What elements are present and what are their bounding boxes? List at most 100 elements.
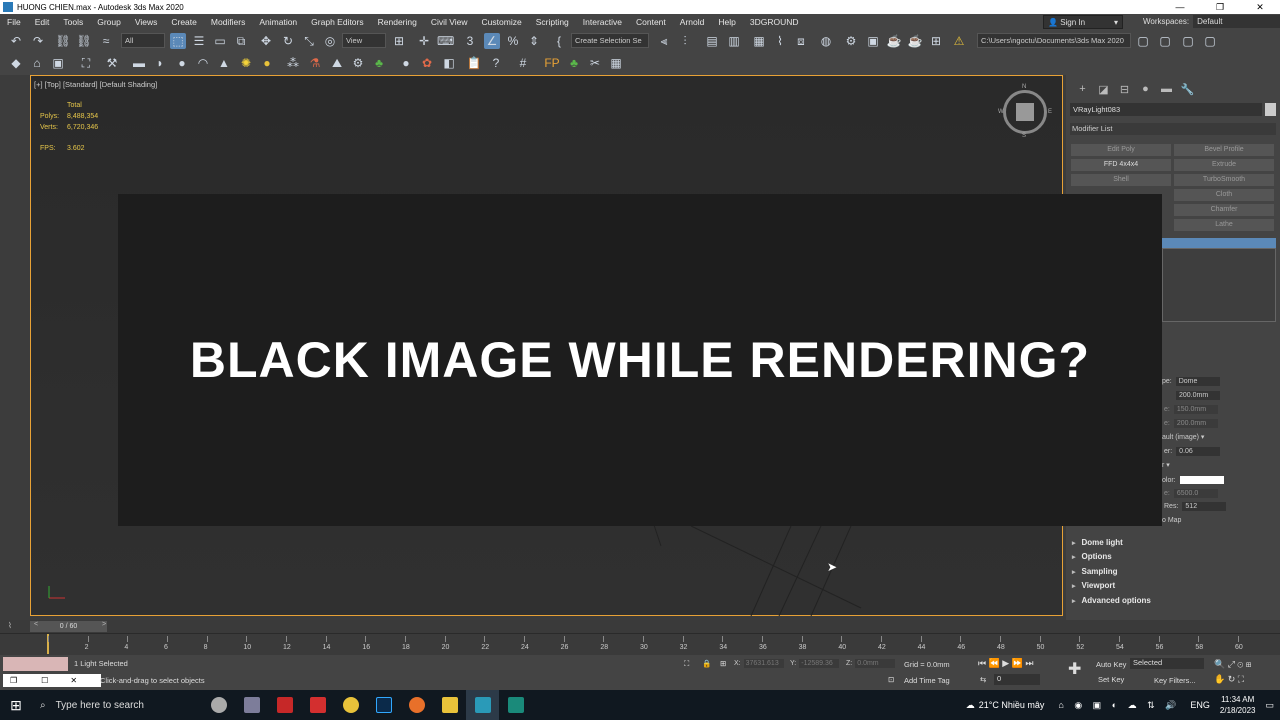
utilities-tab-icon[interactable]: 🔧 [1177, 83, 1198, 96]
viewport-nav-controls-2[interactable]: ✋ ↻ ⛶ [1214, 674, 1244, 685]
playback-controls[interactable]: ⏮ ⏪ ▶ ⏩ ⏭ [978, 658, 1034, 669]
param-type-select[interactable]: Dome [1175, 377, 1220, 386]
layer-explorer-icon[interactable]: ▥ [726, 33, 742, 49]
taskbar-app-firefox-icon[interactable] [400, 690, 433, 720]
unlink-icon[interactable]: ⛓ [76, 33, 92, 49]
vray-material-icon[interactable]: ⚗ [307, 55, 323, 71]
render-globe-icon[interactable]: ● [398, 55, 414, 71]
taskbar-app-explorer-icon[interactable] [433, 690, 466, 720]
param-color-swatch[interactable] [1179, 476, 1224, 484]
help-icon[interactable]: ? [488, 55, 504, 71]
vray-plane-icon[interactable]: ▬ [131, 55, 147, 71]
pivot-center-icon[interactable]: ⊞ [391, 33, 407, 49]
taskbar-app-flash-icon[interactable] [268, 690, 301, 720]
angle-snap-icon[interactable]: ∠ [484, 33, 500, 49]
material-editor-icon[interactable]: ◍ [818, 33, 834, 49]
minimize-button[interactable]: — [1160, 2, 1200, 13]
object-name-field[interactable]: VRayLight083 [1070, 103, 1262, 116]
move-icon[interactable]: ✥ [258, 33, 274, 49]
menu-civil-view[interactable]: Civil View [424, 17, 475, 27]
workspaces-select[interactable]: Default [1193, 15, 1280, 28]
modifier-edit-poly-button[interactable]: Edit Poly [1071, 144, 1171, 156]
weather-text[interactable]: 21°C Nhiều mây [979, 700, 1045, 710]
param-mode[interactable]: r ▾ [1162, 461, 1170, 470]
menu-animation[interactable]: Animation [252, 17, 304, 27]
vray-icon[interactable]: ◆ [8, 55, 24, 71]
viewport-label[interactable]: [+] [Top] [Standard] [Default Shading] [34, 80, 157, 89]
cloud-render-icon[interactable]: ◧ [441, 55, 457, 71]
clipboard-icon[interactable]: 📋 [466, 55, 482, 71]
add-time-tag[interactable]: Add Time Tag [904, 676, 950, 685]
set-key-button[interactable]: Set Key [1098, 675, 1124, 684]
rollout-sampling[interactable]: ▸ Sampling [1072, 565, 1272, 578]
redo-icon[interactable]: ↷ [30, 33, 46, 49]
notifications-icon[interactable]: ▭ [1265, 700, 1274, 711]
vray-frame-buffer-icon[interactable]: ▣ [50, 55, 66, 71]
menu-edit[interactable]: Edit [28, 17, 57, 27]
hierarchy-tab-icon[interactable]: ⊟ [1114, 83, 1135, 96]
object-color-swatch[interactable] [1265, 103, 1276, 116]
modifier-extrude-button[interactable]: Extrude [1174, 159, 1274, 171]
menu-group[interactable]: Group [90, 17, 128, 27]
undo-icon[interactable]: ↶ [8, 33, 24, 49]
sign-in-button[interactable]: 👤 Sign In ▾ [1043, 15, 1123, 29]
taskbar-app-3dsmax-icon[interactable] [466, 690, 499, 720]
param-map[interactable]: o Map [1162, 517, 1181, 524]
edit-named-selection-icon[interactable]: { [551, 33, 567, 49]
modify-tab-icon[interactable]: ◪ [1093, 83, 1114, 96]
project-folder-icon[interactable]: ▢ [1135, 33, 1151, 49]
scale-icon[interactable]: ⤡ [301, 33, 317, 49]
menu-help[interactable]: Help [711, 17, 742, 27]
table-icon[interactable]: ▦ [608, 55, 624, 71]
render-in-cloud-icon[interactable]: ⊞ [928, 33, 944, 49]
vray-dome-icon[interactable]: ◗ [152, 55, 168, 71]
spinner-snap-icon[interactable]: ⇕ [526, 33, 542, 49]
modifier-stack[interactable] [1162, 248, 1276, 322]
menu-content[interactable]: Content [629, 17, 673, 27]
warning-icon[interactable]: ⚠ [951, 33, 967, 49]
reference-coordinate-dropdown[interactable]: View [342, 33, 386, 48]
render-production-icon[interactable]: ☕ [886, 33, 902, 49]
modifier-stack-selected-item[interactable] [1162, 238, 1276, 248]
taskbar-app-photoshop-icon[interactable] [367, 690, 400, 720]
param-length-input[interactable]: 150.0mm [1173, 405, 1218, 414]
vray-ies-icon[interactable]: ▲ [216, 55, 232, 71]
vray-scatter-icon[interactable]: ⛰ [329, 55, 345, 71]
fp-icon[interactable]: FP [544, 55, 560, 71]
link-icon[interactable]: ⛓ [55, 33, 71, 49]
curve-editor-icon[interactable]: ⌇ [772, 33, 788, 49]
select-manipulate-icon[interactable]: ✛ [416, 33, 432, 49]
vray-mesh-light-icon[interactable]: ◠ [195, 55, 211, 71]
viewcube-face[interactable] [1016, 103, 1034, 121]
rendered-frame-window-icon[interactable]: ▣ [865, 33, 881, 49]
project-path-field[interactable]: C:\Users\ngoctu\Documents\3ds Max 2020 [977, 33, 1131, 48]
menu-create[interactable]: Create [164, 17, 204, 27]
percent-snap-icon[interactable]: % [505, 33, 521, 49]
modifier-cloth-button[interactable]: Cloth [1174, 189, 1274, 201]
language-indicator[interactable]: ENG [1190, 700, 1210, 710]
taskbar-app-tools-icon[interactable] [235, 690, 268, 720]
modifier-turbosmooth-button[interactable]: TurboSmooth [1174, 174, 1274, 186]
modifier-list-dropdown[interactable]: Modifier List [1070, 123, 1276, 135]
menu-rendering[interactable]: Rendering [371, 17, 424, 27]
menu-modifiers[interactable]: Modifiers [204, 17, 252, 27]
select-object-icon[interactable]: ⬚ [170, 33, 186, 49]
modifier-ffd-button[interactable]: FFD 4x4x4 [1071, 159, 1171, 171]
vray-lights-icon[interactable]: ⌂ [29, 55, 45, 71]
vray-toolbox-icon[interactable]: ⚙ [350, 55, 366, 71]
rectangular-selection-icon[interactable]: ▭ [212, 33, 228, 49]
vray-sun-light-icon[interactable]: ✺ [238, 55, 254, 71]
coord-x-input[interactable]: 37631.613 [743, 659, 784, 668]
rollout-dome-light[interactable]: ▸ Dome light [1072, 536, 1272, 549]
menu-graph-editors[interactable]: Graph Editors [304, 17, 370, 27]
vray-proxy-icon[interactable]: ⛶ [78, 55, 94, 71]
coord-y-input[interactable]: -12589.36 [799, 659, 840, 668]
vray-sun-icon[interactable]: ⚒ [104, 55, 120, 71]
grid-icon[interactable]: # [515, 55, 531, 71]
param-resolution-input[interactable]: 512 [1182, 502, 1227, 511]
taskbar-search[interactable]: ⌕ Type here to search [32, 690, 202, 720]
toolbar-extra-icon[interactable]: ▢ [1180, 33, 1196, 49]
maximize-button[interactable]: ❐ [1200, 2, 1240, 13]
vray-ambient-light-icon[interactable]: ● [259, 55, 275, 71]
add-key-icon[interactable]: ✚ [1068, 659, 1081, 679]
